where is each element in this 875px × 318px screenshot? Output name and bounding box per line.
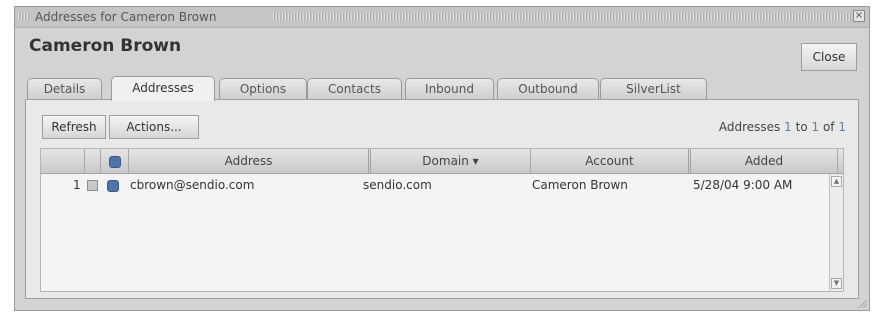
pagination-to-word: to	[795, 120, 808, 134]
pagination-prefix: Addresses	[718, 120, 781, 134]
table-row[interactable]: 1 cbrown@sendio.com sendio.com Cameron B…	[41, 176, 827, 194]
pagination-from: 1	[784, 120, 792, 134]
tab-contacts[interactable]: Contacts	[307, 78, 402, 99]
tab-outbound[interactable]: Outbound	[497, 78, 599, 99]
pagination-total: 1	[838, 120, 846, 134]
header-status[interactable]	[101, 149, 129, 173]
arrow-down-icon[interactable]: ▼	[831, 278, 842, 289]
tab-details[interactable]: Details	[27, 78, 102, 99]
status-icon	[107, 179, 119, 192]
cell-address[interactable]: cbrown@sendio.com	[130, 176, 254, 194]
pagination-summary: Addresses 1 to 1 of 1	[719, 120, 846, 134]
column-header-domain[interactable]: Domain ▾	[371, 149, 531, 173]
status-icon	[108, 155, 121, 168]
arrow-up-icon[interactable]: ▲	[831, 176, 842, 187]
close-button[interactable]: Close	[801, 43, 857, 71]
user-name-heading: Cameron Brown	[29, 36, 182, 56]
header-index	[41, 149, 85, 173]
resize-grip-icon[interactable]	[857, 298, 867, 308]
column-header-address[interactable]: Address	[129, 149, 371, 173]
addresses-panel: Refresh Actions... Addresses 1 to 1 of 1…	[25, 99, 859, 299]
tab-options[interactable]: Options	[219, 78, 307, 99]
title-bar[interactable]: Addresses for Cameron Brown ×	[15, 7, 869, 28]
title-grip-left	[18, 13, 30, 21]
row-checkbox[interactable]	[87, 179, 98, 191]
pagination-to: 1	[811, 120, 820, 134]
cell-domain: sendio.com	[363, 178, 432, 192]
addresses-dialog: Addresses for Cameron Brown × Cameron Br…	[14, 6, 870, 311]
pagination-of-word: of	[822, 120, 835, 134]
table-scrollbar[interactable]: ▲ ▼	[829, 174, 843, 291]
row-status	[107, 179, 119, 192]
tab-inbound[interactable]: Inbound	[405, 78, 494, 99]
column-header-added[interactable]: Added	[691, 149, 838, 173]
checkbox-icon[interactable]	[87, 180, 98, 191]
refresh-button[interactable]: Refresh	[42, 115, 106, 139]
title-grip-right	[273, 13, 851, 21]
table-header: Address Domain ▾ Account Added	[41, 149, 843, 174]
window-title: Addresses for Cameron Brown	[35, 10, 217, 24]
cell-account: Cameron Brown	[532, 178, 628, 192]
tab-addresses[interactable]: Addresses	[111, 76, 215, 101]
row-index: 1	[73, 178, 81, 192]
window-close-icon[interactable]: ×	[853, 10, 865, 22]
tab-silverlist[interactable]: SilverList	[600, 78, 707, 99]
cell-added: 5/28/04 9:00 AM	[693, 178, 793, 192]
addresses-table: Address Domain ▾ Account Added 1 cbrown@…	[40, 148, 844, 292]
header-select[interactable]	[85, 149, 101, 173]
column-header-account[interactable]: Account	[531, 149, 691, 173]
actions-button[interactable]: Actions...	[109, 115, 199, 139]
